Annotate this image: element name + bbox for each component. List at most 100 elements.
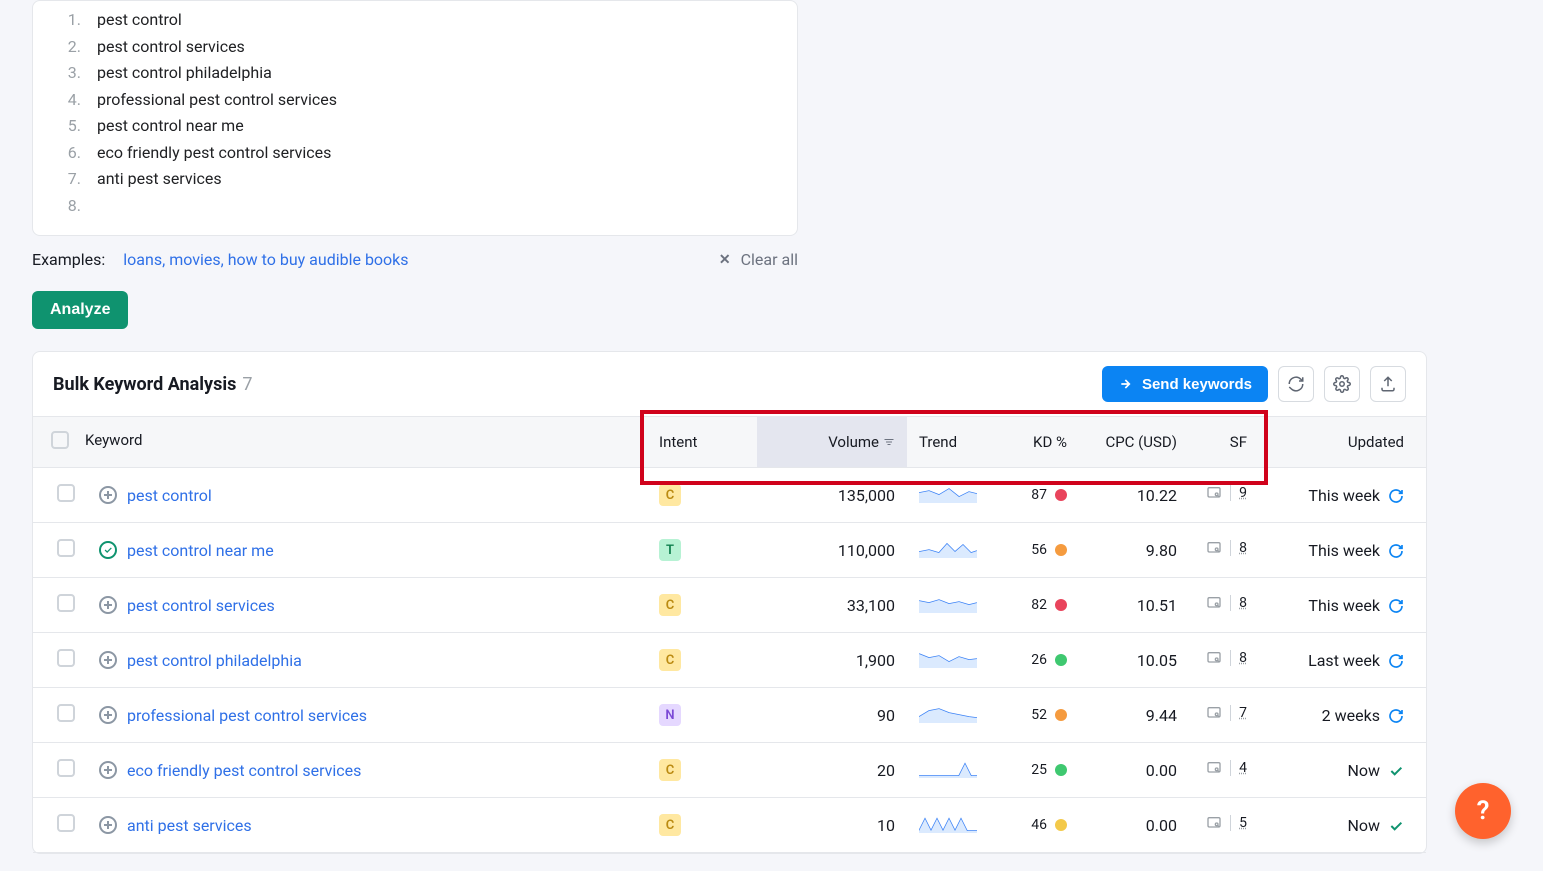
sf-count: 8 [1230,595,1247,611]
cpc-cell: 10.51 [1079,578,1189,633]
keyword-input-line[interactable]: 3.pest control philadelphia [53,60,777,87]
sparkline-icon [919,757,977,779]
intent-badge[interactable]: N [659,704,681,726]
clear-all-button[interactable]: ✕ Clear all [719,250,798,269]
intent-badge[interactable]: T [659,539,681,561]
plus-circle-icon[interactable] [99,706,117,724]
trend-cell[interactable] [907,633,989,688]
col-header-keyword[interactable]: Keyword [33,417,647,468]
cpc-cell: 10.22 [1079,468,1189,523]
col-header-sf[interactable]: SF [1189,417,1259,468]
keyword-input-line[interactable]: 4.professional pest control services [53,87,777,114]
trend-cell[interactable] [907,743,989,798]
examples-label: Examples: [32,250,105,269]
kd-difficulty-dot [1055,489,1067,501]
row-checkbox[interactable] [57,649,75,667]
sf-count: 9 [1230,485,1247,501]
keyword-input-line[interactable]: 2.pest control services [53,34,777,61]
keyword-link[interactable]: pest control [127,486,212,505]
keyword-link[interactable]: pest control services [127,596,275,615]
col-header-cpc[interactable]: CPC (USD) [1079,417,1189,468]
sf-cell[interactable]: 4 [1189,743,1259,798]
keyword-link[interactable]: eco friendly pest control services [127,761,361,780]
trend-cell[interactable] [907,688,989,743]
intent-badge[interactable]: C [659,759,681,781]
sparkline-icon [919,537,977,559]
col-header-intent[interactable]: Intent [647,417,757,468]
analyze-button[interactable]: Analyze [32,291,128,329]
checkmark-icon [1388,763,1404,779]
plus-circle-icon[interactable] [99,486,117,504]
close-icon: ✕ [719,252,731,268]
keyword-input-line[interactable]: 6.eco friendly pest control services [53,140,777,167]
serp-icon [1206,760,1222,776]
keyword-line-text: pest control philadelphia [97,60,272,87]
keyword-input-line[interactable]: 5.pest control near me [53,113,777,140]
sf-cell[interactable]: 5 [1189,798,1259,853]
sf-cell[interactable]: 8 [1189,523,1259,578]
question-icon: ? [1477,796,1490,826]
refresh-row-icon[interactable] [1388,488,1404,504]
send-keywords-button[interactable]: Send keywords [1102,366,1268,402]
row-checkbox[interactable] [57,814,75,832]
sf-cell[interactable]: 8 [1189,578,1259,633]
intent-badge[interactable]: C [659,649,681,671]
refresh-row-icon[interactable] [1388,653,1404,669]
sf-cell[interactable]: 9 [1189,468,1259,523]
row-checkbox[interactable] [57,704,75,722]
examples-link[interactable]: loans, movies, how to buy audible books [123,250,408,269]
plus-circle-icon[interactable] [99,816,117,834]
table-body: pest control C 135,000 87 10.22 9 This w… [33,468,1426,853]
col-header-updated[interactable]: Updated [1259,417,1426,468]
row-checkbox[interactable] [57,759,75,777]
sf-cell[interactable]: 8 [1189,633,1259,688]
serp-icon [1206,540,1222,556]
table-row: pest control near me T 110,000 56 9.80 8… [33,523,1426,578]
trend-cell[interactable] [907,468,989,523]
keyword-line-text: anti pest services [97,166,222,193]
refresh-button[interactable] [1278,366,1314,402]
col-header-kd[interactable]: KD % [989,417,1079,468]
row-checkbox[interactable] [57,484,75,502]
sf-cell[interactable]: 7 [1189,688,1259,743]
refresh-row-icon[interactable] [1388,708,1404,724]
serp-icon [1206,815,1222,831]
select-all-checkbox[interactable] [51,431,69,449]
refresh-row-icon[interactable] [1388,543,1404,559]
export-button[interactable] [1370,366,1406,402]
keyword-input-line[interactable]: 7.anti pest services [53,166,777,193]
plus-circle-icon[interactable] [99,761,117,779]
trend-cell[interactable] [907,578,989,633]
keyword-link[interactable]: professional pest control services [127,706,367,725]
intent-badge[interactable]: C [659,814,681,836]
intent-badge[interactable]: C [659,594,681,616]
trend-cell[interactable] [907,523,989,578]
refresh-row-icon[interactable] [1388,598,1404,614]
checkmark-icon [1388,818,1404,834]
trend-cell[interactable] [907,798,989,853]
keyword-input-list[interactable]: 1.pest control2.pest control services3.p… [53,7,777,219]
row-checkbox[interactable] [57,539,75,557]
plus-circle-icon[interactable] [99,651,117,669]
table-row: pest control philadelphia C 1,900 26 10.… [33,633,1426,688]
row-checkbox[interactable] [57,594,75,612]
sparkline-icon [919,812,977,834]
col-header-trend[interactable]: Trend [907,417,989,468]
keyword-link[interactable]: pest control philadelphia [127,651,302,670]
help-button[interactable]: ? [1455,783,1511,839]
keyword-line-number: 2. [53,34,81,61]
keyword-link[interactable]: anti pest services [127,816,252,835]
keyword-link[interactable]: pest control near me [127,541,274,560]
intent-badge[interactable]: C [659,484,681,506]
col-header-volume[interactable]: Volume [757,417,907,468]
settings-button[interactable] [1324,366,1360,402]
keyword-line-number: 6. [53,140,81,167]
sf-count: 8 [1230,650,1247,666]
send-keywords-label: Send keywords [1142,376,1252,393]
keyword-input-line[interactable]: 1.pest control [53,7,777,34]
keyword-input-line[interactable]: 8. [53,193,777,220]
plus-circle-icon[interactable] [99,596,117,614]
keyword-input-card: 1.pest control2.pest control services3.p… [32,0,798,236]
send-arrow-icon [1118,376,1134,392]
sf-count: 7 [1230,705,1247,721]
